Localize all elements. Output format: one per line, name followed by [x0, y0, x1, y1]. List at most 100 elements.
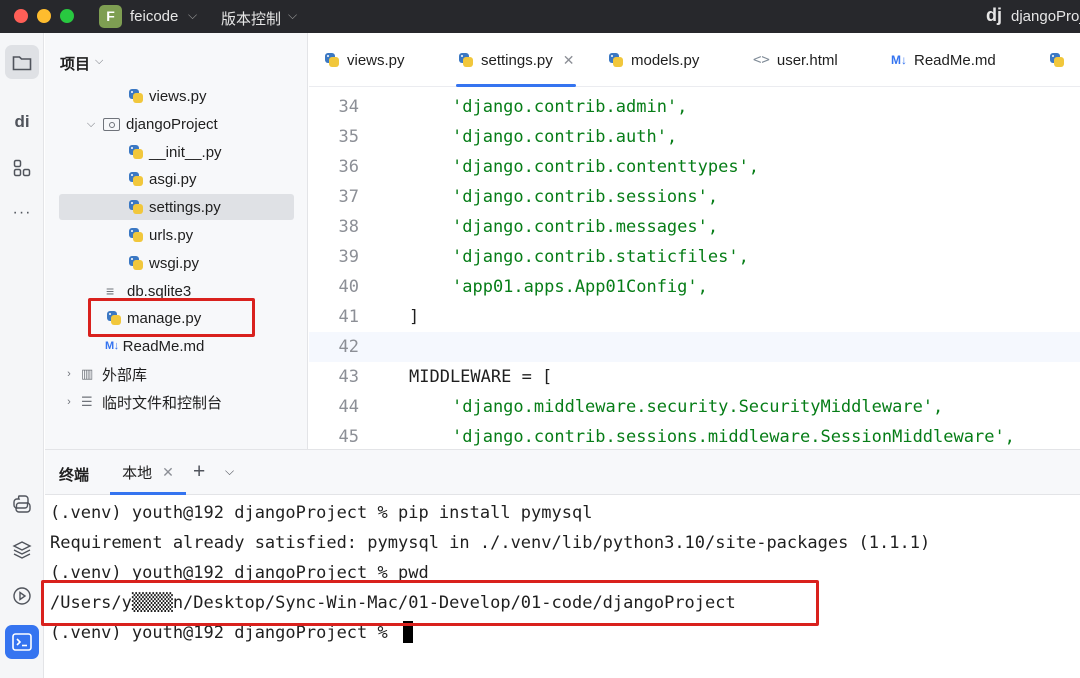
terminal-line: (.venv) youth@192 djangoProject % pip in…	[50, 503, 593, 523]
tree-item-external-libraries[interactable]: › ▥ 外部库	[59, 361, 294, 387]
close-window-button[interactable]	[14, 9, 28, 23]
code-text: 'django.contrib.sessions.middleware.Sess…	[452, 427, 1015, 447]
project-badge[interactable]: F	[99, 5, 122, 28]
terminal-tab-label: 本地	[122, 465, 153, 482]
tab-settings-py[interactable]: settings.py ✕	[455, 33, 577, 87]
services-icon[interactable]	[5, 579, 39, 613]
code-text: 'django.contrib.messages',	[452, 217, 719, 237]
python-file-icon	[128, 88, 144, 104]
tree-item-label: djangoProject	[126, 115, 218, 133]
zoom-window-button[interactable]	[60, 9, 74, 23]
terminal-tab-local[interactable]: 本地 ✕	[110, 450, 186, 495]
tree-item-label: settings.py	[149, 198, 221, 216]
django-logo-icon: dj	[986, 5, 1002, 25]
python-file-icon	[106, 310, 122, 326]
code-line: 45 'django.contrib.sessions.middleware.Se…	[309, 422, 1080, 448]
terminal-cursor	[403, 621, 413, 643]
close-icon[interactable]: ✕	[162, 464, 174, 481]
tool-strip: di ···	[0, 33, 44, 678]
python-file-icon	[128, 199, 144, 215]
tree-item-asgi-py[interactable]: asgi.py	[59, 166, 294, 192]
folder-icon	[103, 117, 120, 131]
tab-label: ReadMe.md	[914, 51, 996, 69]
tab-overflow[interactable]	[1049, 33, 1072, 87]
chevron-right-icon[interactable]: ›	[63, 396, 75, 408]
line-number: 42	[338, 337, 359, 357]
tab-label: settings.py	[481, 51, 553, 69]
tree-item-label: db.sqlite3	[127, 282, 192, 300]
code-line: 44 'django.middleware.security.SecurityMi…	[309, 392, 1080, 422]
line-number: 44	[338, 397, 359, 417]
tab-readme-md[interactable]: M↓ ReadMe.md	[891, 33, 996, 87]
new-terminal-plus-icon[interactable]: +	[193, 460, 205, 484]
chevron-down-icon[interactable]: ⌵	[85, 118, 97, 131]
code-text: 'django.middleware.security.SecurityMidd…	[452, 397, 944, 417]
django-icon[interactable]: di	[5, 105, 39, 139]
vcs-menu[interactable]: 版本控制	[221, 8, 281, 29]
tab-user-html[interactable]: <> user.html	[753, 33, 838, 87]
tree-item-djangoproject-folder[interactable]: ⌵ djangoProject	[59, 111, 294, 137]
close-icon[interactable]: ✕	[563, 52, 575, 69]
tab-label: user.html	[776, 51, 838, 69]
tree-item-scratches[interactable]: › ☰ 临时文件和控制台	[59, 389, 294, 415]
terminal-line-pwd-output: /Users/y▒▒▒▒n/Desktop/Sync-Win-Mac/01-De…	[50, 593, 736, 613]
tree-item-wsgi-py[interactable]: wsgi.py	[59, 250, 294, 276]
tree-item-label: wsgi.py	[149, 254, 200, 272]
code-line: 40 'app01.apps.App01Config',	[309, 272, 1080, 302]
python-console-icon[interactable]	[5, 487, 39, 521]
code-line: 41]	[309, 302, 1080, 332]
folder-icon[interactable]	[5, 45, 39, 79]
terminal-icon[interactable]	[5, 625, 39, 659]
minimize-window-button[interactable]	[37, 9, 51, 23]
more-icon[interactable]: ···	[5, 196, 39, 230]
terminal-output[interactable]: (.venv) youth@192 djangoProject % pip in…	[45, 496, 1080, 678]
tab-label: models.py	[631, 51, 700, 69]
tree-item-label: 临时文件和控制台	[102, 394, 223, 412]
tree-item-label: asgi.py	[149, 170, 197, 188]
html-file-icon: <>	[753, 52, 770, 68]
chevron-down-icon[interactable]: ⌵	[225, 464, 234, 479]
chevron-down-icon[interactable]: ⌵	[288, 8, 297, 23]
code-line: 43 MIDDLEWARE = [	[309, 362, 1080, 392]
tree-item-urls-py[interactable]: urls.py	[59, 222, 294, 248]
line-number: 37	[338, 187, 359, 207]
terminal-title: 终端	[59, 467, 90, 484]
tab-label: views.py	[347, 51, 405, 69]
code-text: 'django.contrib.sessions',	[452, 187, 719, 207]
run-config-title[interactable]: djangoProject	[1011, 8, 1080, 25]
code-text: MIDDLEWARE = [	[409, 367, 553, 387]
code-line: 36 'django.contrib.contenttypes',	[309, 152, 1080, 182]
line-number: 41	[338, 307, 359, 327]
tab-models-py[interactable]: models.py	[608, 33, 699, 87]
line-number: 43	[338, 367, 359, 387]
code-text: 'app01.apps.App01Config',	[452, 277, 708, 297]
chevron-down-icon[interactable]: ⌵	[188, 8, 197, 23]
project-panel-title[interactable]: 项目	[60, 53, 90, 74]
terminal-header: 终端 本地 ✕ + ⌵	[45, 449, 1080, 495]
tree-item-manage-py[interactable]: manage.py	[59, 305, 294, 331]
terminal-line: (.venv) youth@192 djangoProject % pwd	[50, 563, 429, 583]
chevron-down-icon[interactable]: ⌵	[95, 55, 103, 68]
project-panel: 项目 ⌵ views.py ⌵ djangoProject __init__.p…	[45, 33, 308, 449]
terminal-prompt: (.venv) youth@192 djangoProject %	[50, 623, 398, 643]
tree-item-init-py[interactable]: __init__.py	[59, 139, 294, 165]
code-line: 38 'django.contrib.messages',	[309, 212, 1080, 242]
tree-item-db-sqlite3[interactable]: ≡ db.sqlite3	[59, 278, 294, 304]
chevron-right-icon[interactable]: ›	[63, 368, 75, 380]
tree-item-label: 外部库	[102, 366, 148, 384]
python-file-icon	[128, 171, 144, 187]
tree-item-views-py[interactable]: views.py	[59, 83, 294, 109]
tree-item-readme-md[interactable]: M↓ ReadMe.md	[59, 333, 294, 359]
project-switcher[interactable]: feicode	[130, 8, 178, 25]
layers-icon[interactable]	[5, 533, 39, 567]
python-file-icon	[1049, 52, 1065, 68]
tree-item-settings-py[interactable]: settings.py	[59, 194, 294, 220]
tab-views-py[interactable]: views.py	[324, 33, 405, 87]
tree-item-label: manage.py	[127, 309, 202, 327]
code-text: 'django.contrib.contenttypes',	[452, 157, 760, 177]
line-number: 39	[338, 247, 359, 267]
structure-icon[interactable]	[5, 151, 39, 185]
code-editor[interactable]: 34 'django.contrib.admin', 35 'django.cont…	[309, 87, 1080, 448]
editor-tab-bar: views.py settings.py ✕ models.py <> user…	[309, 33, 1080, 87]
tree-item-label: urls.py	[149, 226, 194, 244]
